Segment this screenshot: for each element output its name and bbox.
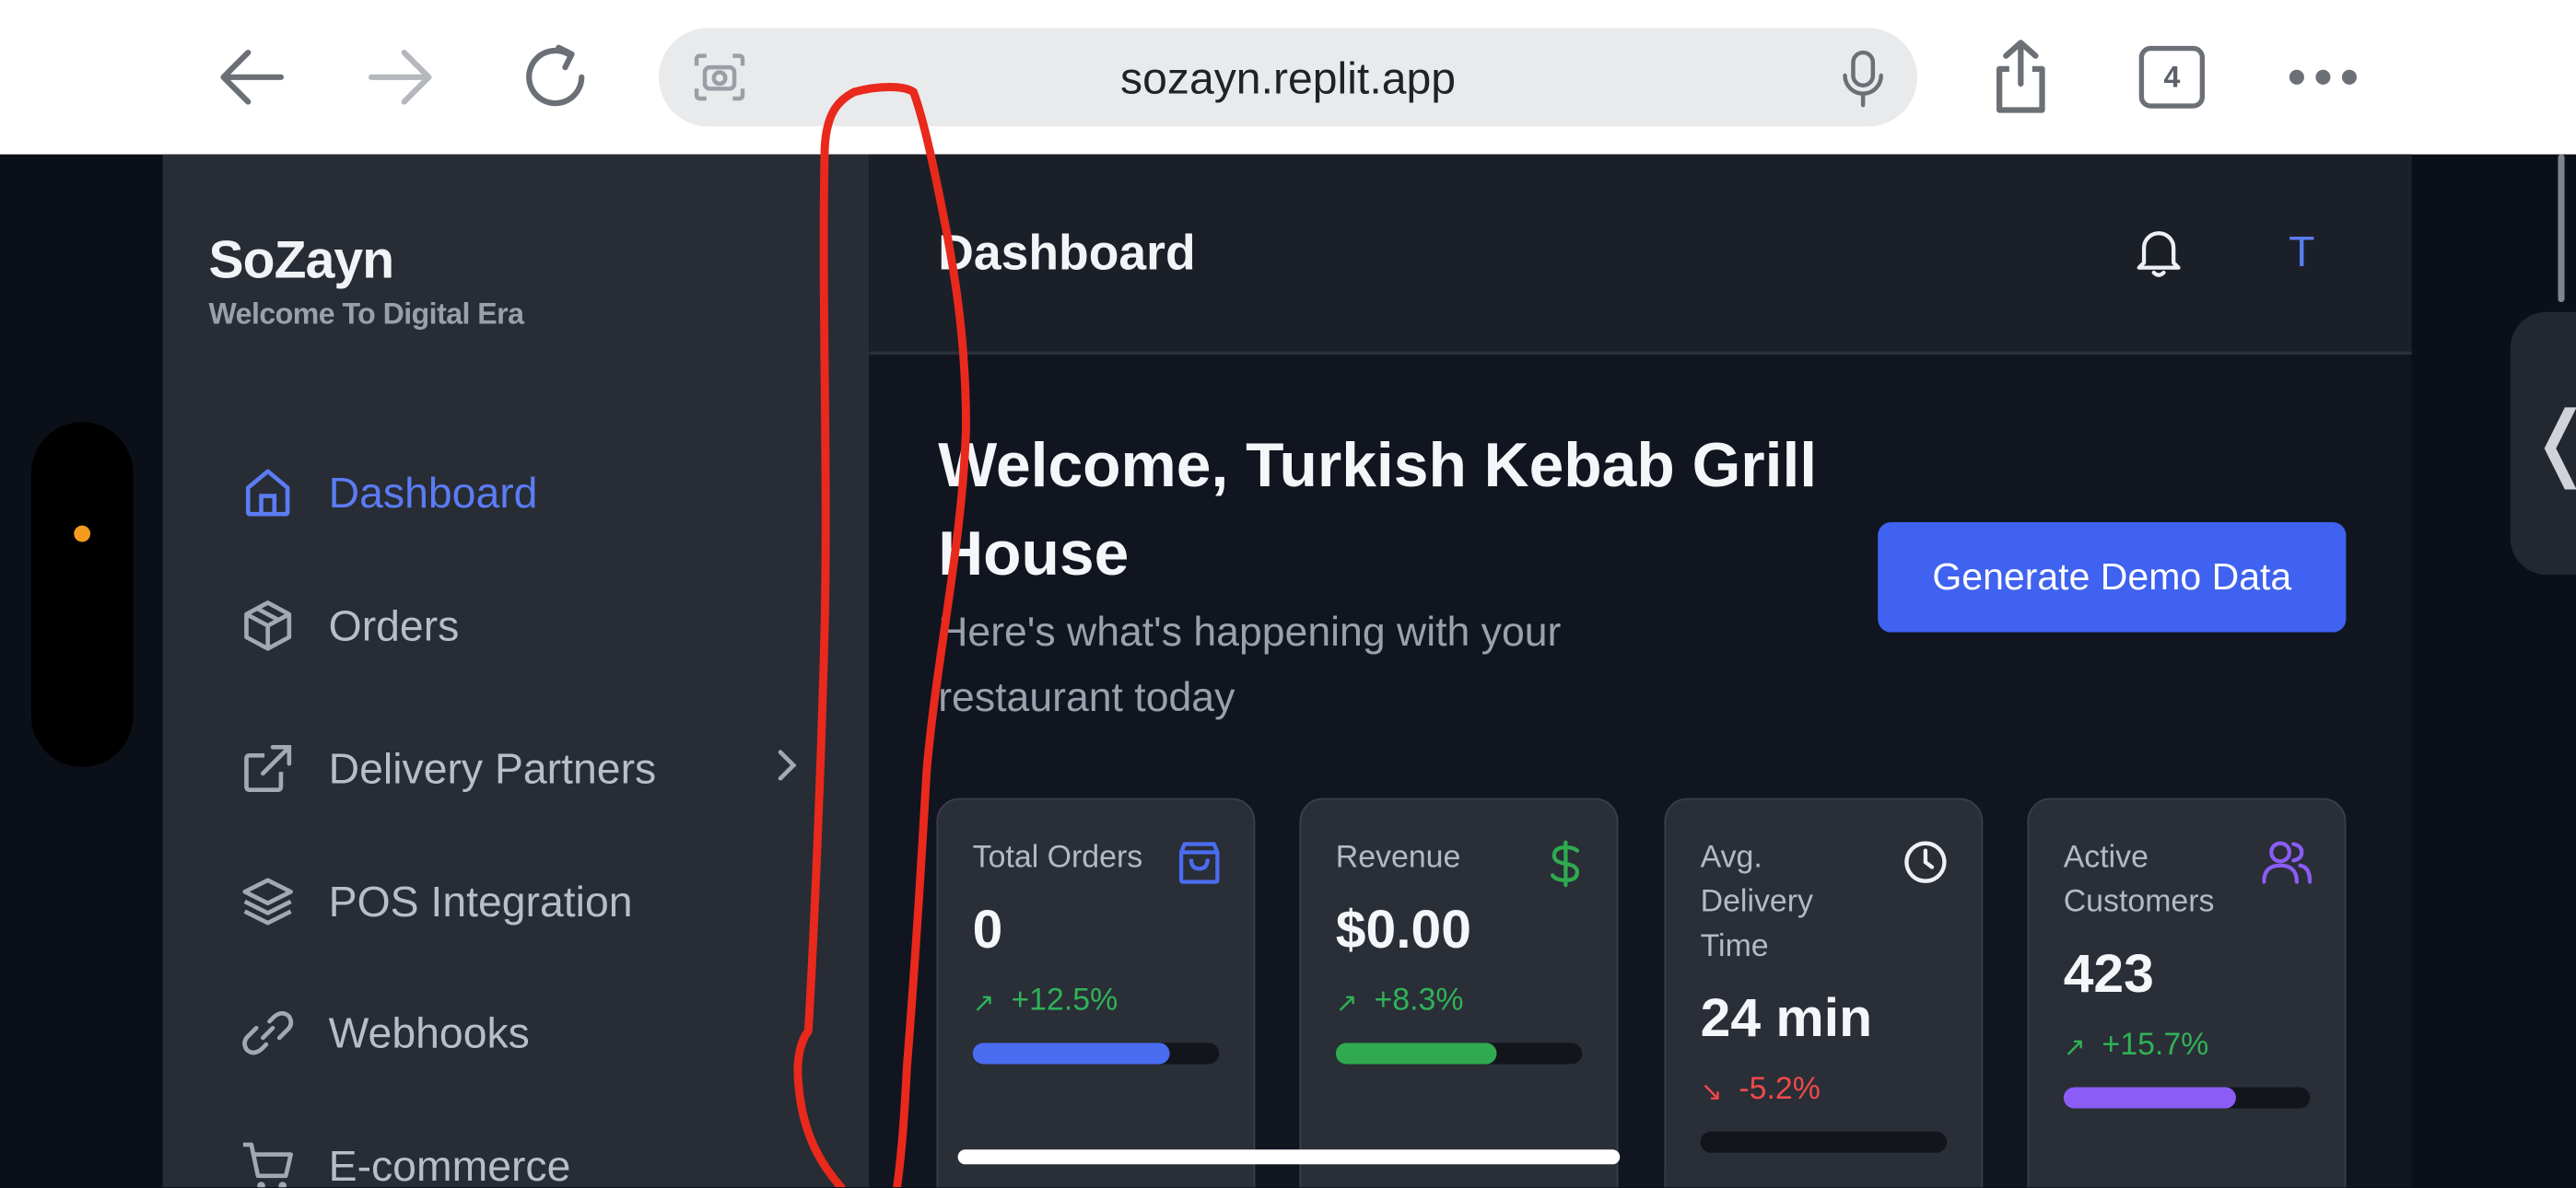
indicator-dot [74,525,91,542]
stat-value: 423 [2063,942,2154,1004]
screen: sozayn.replit.app 4 ❬ SoZayn Welcome To … [0,0,2576,1188]
sidebar-item-label: E-commerce [328,1140,571,1188]
chevron-right-icon[interactable] [774,746,801,794]
trend-up-icon: ↗ [1335,985,1358,1018]
stat-change-value: -5.2% [1739,1072,1821,1107]
stat-change: ↘ -5.2% [1701,1072,1821,1108]
brand-title: SoZayn [208,229,394,289]
home-icon [241,466,294,518]
shopping-bag-icon [1178,839,1221,893]
clock-icon [1903,839,1949,893]
main-content: Dashboard T Welcome, Turkish Kebab Grill… [869,154,2412,1188]
sidebar-item-dashboard[interactable]: Dashboard [241,457,800,529]
stat-change-value: +8.3% [1374,984,1464,1019]
stat-card-revenue[interactable]: Revenue $0.00 ↗ +8.3% [1299,798,1619,1188]
more-dots-icon [2289,69,2358,85]
more-button[interactable] [2284,40,2363,115]
forward-button[interactable] [363,40,442,115]
stat-value: $0.00 [1335,898,1472,960]
sidebar-item-label: Delivery Partners [328,742,657,793]
stat-label: Total Orders [972,840,1143,876]
sidebar-item-webhooks[interactable]: Webhooks [241,996,800,1068]
stat-change-value: +15.7% [2102,1028,2209,1063]
reload-icon [526,44,585,107]
page-title: Dashboard [938,227,1196,281]
progress-track [1335,1042,1583,1065]
share-icon [1996,40,2045,113]
external-link-icon [241,742,294,795]
package-icon [241,600,294,652]
cart-icon [241,1140,294,1188]
stat-card-total-orders[interactable]: Total Orders 0 ↗ +12.5% [936,798,1256,1188]
home-indicator [957,1149,1621,1165]
back-button[interactable] [210,40,289,115]
tabs-button[interactable]: 4 [2138,45,2206,109]
generate-demo-data-button[interactable]: Generate Demo Data [1878,522,2347,633]
sidebar-item-orders[interactable]: Orders [241,589,800,661]
welcome-subtitle: Here's what's happening with your restau… [938,609,1562,721]
stat-value: 24 min [1700,986,1873,1048]
sidebar-item-label: Dashboard [328,467,538,517]
side-panel-handle[interactable]: ❬ [2510,311,2576,576]
sidebar-item-label: Webhooks [328,1007,530,1057]
progress-fill [2063,1087,2236,1109]
sidebar-item-pos-integration[interactable]: POS Integration [241,866,800,938]
progress-track [2063,1087,2311,1109]
trend-down-icon: ↘ [1700,1075,1723,1106]
progress-fill [1335,1042,1496,1065]
sidebar-item-delivery-partners[interactable]: Delivery Partners [241,732,800,804]
sidebar-item-label: Orders [328,600,460,650]
stat-label: Avg. Delivery Time [1700,840,1813,964]
stat-change: ↗ +8.3% [1336,984,1464,1019]
chevron-left-icon: ❬ [2527,394,2576,489]
stat-label: Active Customers [2063,840,2215,920]
users-icon [2262,839,2313,893]
side-dock[interactable] [30,422,134,767]
stat-card-active-customers[interactable]: Active Customers 423 ↗ +15.7% [2027,798,2347,1188]
address-bar[interactable]: sozayn.replit.app [659,28,1917,127]
brand-subtitle: Welcome To Digital Era [208,297,524,331]
url-text: sozayn.replit.app [1120,53,1457,104]
stat-change: ↗ +15.7% [2064,1028,2209,1064]
welcome-title: Welcome, Turkish Kebab Grill House [938,431,1818,590]
arrow-left-icon [220,49,285,105]
progress-track [1700,1131,1948,1153]
sidebar-item-label: POS Integration [328,876,633,926]
stat-change: ↗ +12.5% [973,984,1118,1019]
layers-icon [241,875,294,927]
stat-change-value: +12.5% [1011,984,1118,1019]
bell-icon[interactable] [2134,227,2183,287]
trend-up-icon: ↗ [2063,1030,2086,1062]
sidebar-item-ecommerce[interactable]: E-commerce [241,1130,800,1188]
stat-value: 0 [972,898,1003,960]
microphone-icon[interactable] [1842,49,1884,116]
top-header: Dashboard T [869,154,2412,355]
link-icon [241,1007,294,1059]
progress-fill [972,1042,1170,1065]
avatar[interactable]: T [2277,227,2326,277]
sidebar: SoZayn Welcome To Digital Era Dashboard … [162,154,870,1188]
progress-track [972,1042,1220,1065]
arrow-right-icon [368,49,432,105]
stat-card-avg-delivery-time[interactable]: Avg. Delivery Time 24 min ↘ -5.2% [1664,798,1984,1188]
stat-label: Revenue [1335,840,1461,876]
share-button[interactable] [1982,40,2061,115]
reload-button[interactable] [516,40,595,115]
dollar-icon [1548,839,1584,896]
scrollbar[interactable] [2558,154,2565,303]
trend-up-icon: ↗ [972,985,995,1018]
browser-toolbar: sozayn.replit.app 4 [0,0,2576,155]
